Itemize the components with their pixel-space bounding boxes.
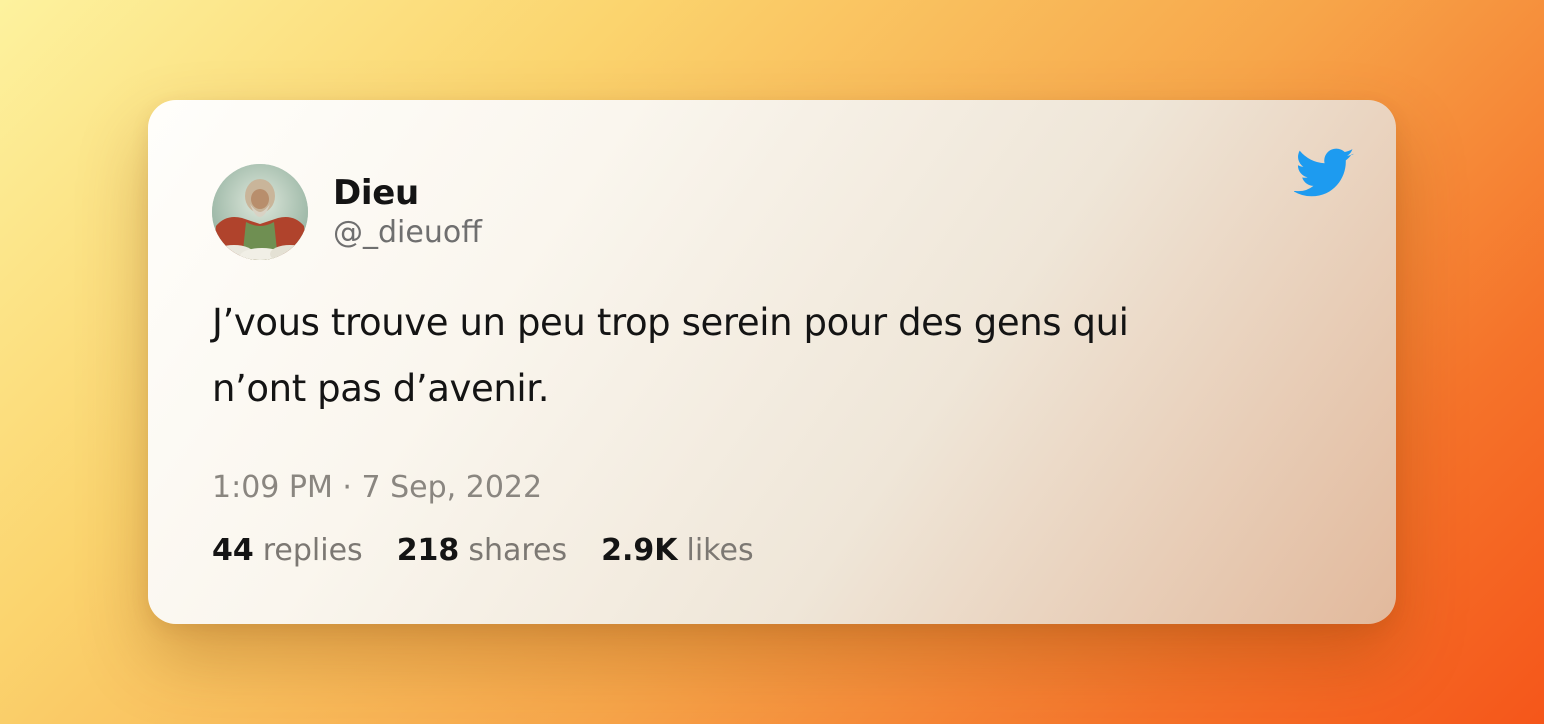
avatar[interactable] bbox=[212, 164, 308, 260]
likes-stat[interactable]: 2.9K likes bbox=[601, 533, 753, 568]
tweet-card: Dieu @_dieuoff J’vous trouve un peu trop… bbox=[148, 100, 1396, 624]
tweet-text: J’vous trouve un peu trop serein pour de… bbox=[212, 290, 1292, 422]
author-handle[interactable]: @_dieuoff bbox=[333, 215, 482, 250]
replies-label: replies bbox=[262, 533, 363, 568]
replies-count: 44 bbox=[212, 533, 254, 568]
tweet-text-line: J’vous trouve un peu trop serein pour de… bbox=[212, 301, 1129, 344]
shares-stat[interactable]: 218 shares bbox=[397, 533, 567, 568]
tweet-timestamp[interactable]: 1:09 PM · 7 Sep, 2022 bbox=[212, 470, 542, 505]
likes-label: likes bbox=[686, 533, 754, 568]
tweet-text-line: n’ont pas d’avenir. bbox=[212, 367, 550, 410]
author-display-name[interactable]: Dieu bbox=[333, 173, 419, 213]
replies-stat[interactable]: 44 replies bbox=[212, 533, 363, 568]
likes-count: 2.9K bbox=[601, 533, 678, 568]
shares-label: shares bbox=[468, 533, 568, 568]
tweet-stats: 44 replies 218 shares 2.9K likes bbox=[212, 533, 754, 568]
twitter-bird-icon[interactable] bbox=[1292, 148, 1356, 198]
shares-count: 218 bbox=[396, 533, 460, 568]
